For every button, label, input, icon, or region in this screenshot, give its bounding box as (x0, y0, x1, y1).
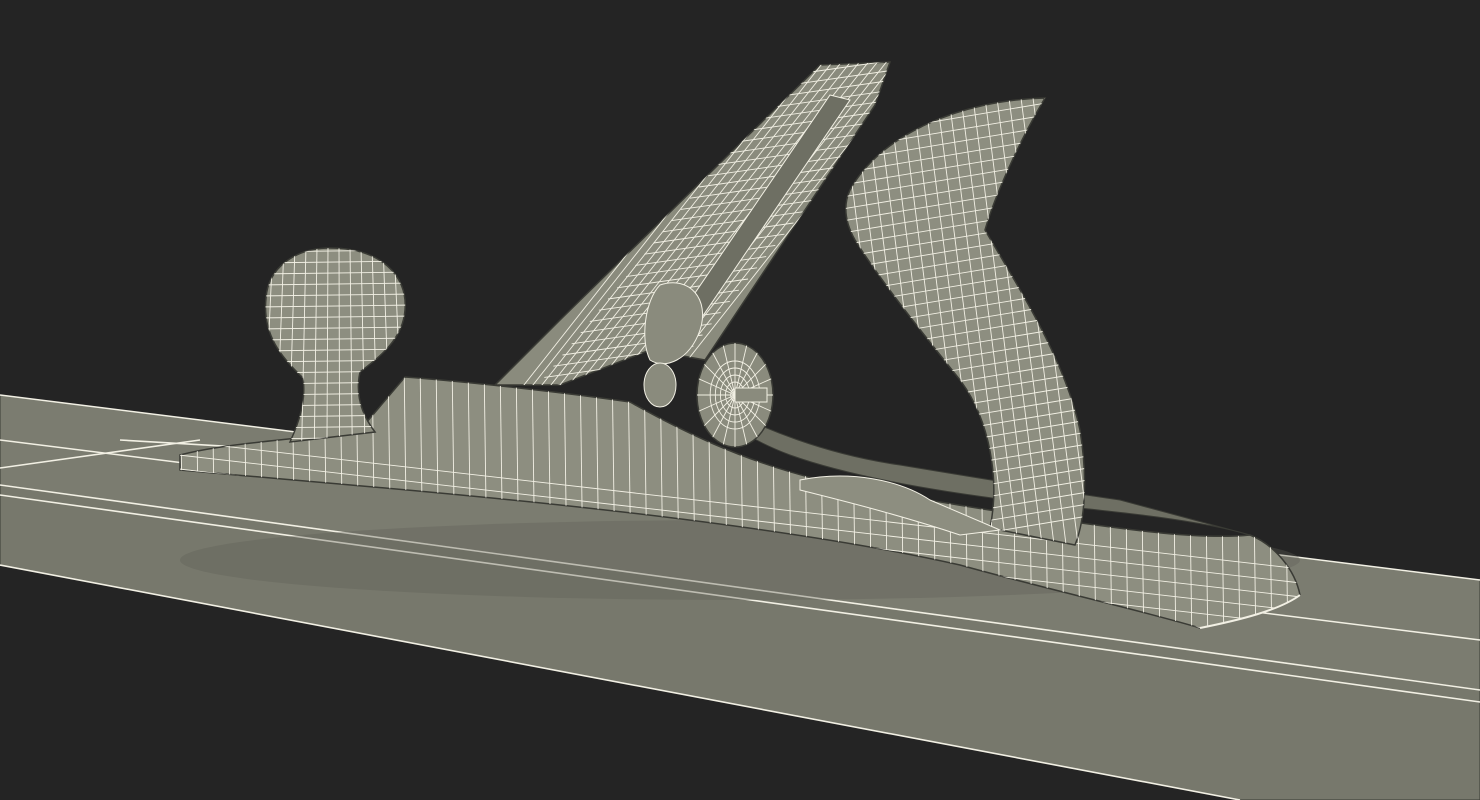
wireframe-scene (0, 61, 1480, 800)
viewport-3d[interactable] (0, 0, 1480, 800)
adjuster-screw (734, 387, 768, 403)
